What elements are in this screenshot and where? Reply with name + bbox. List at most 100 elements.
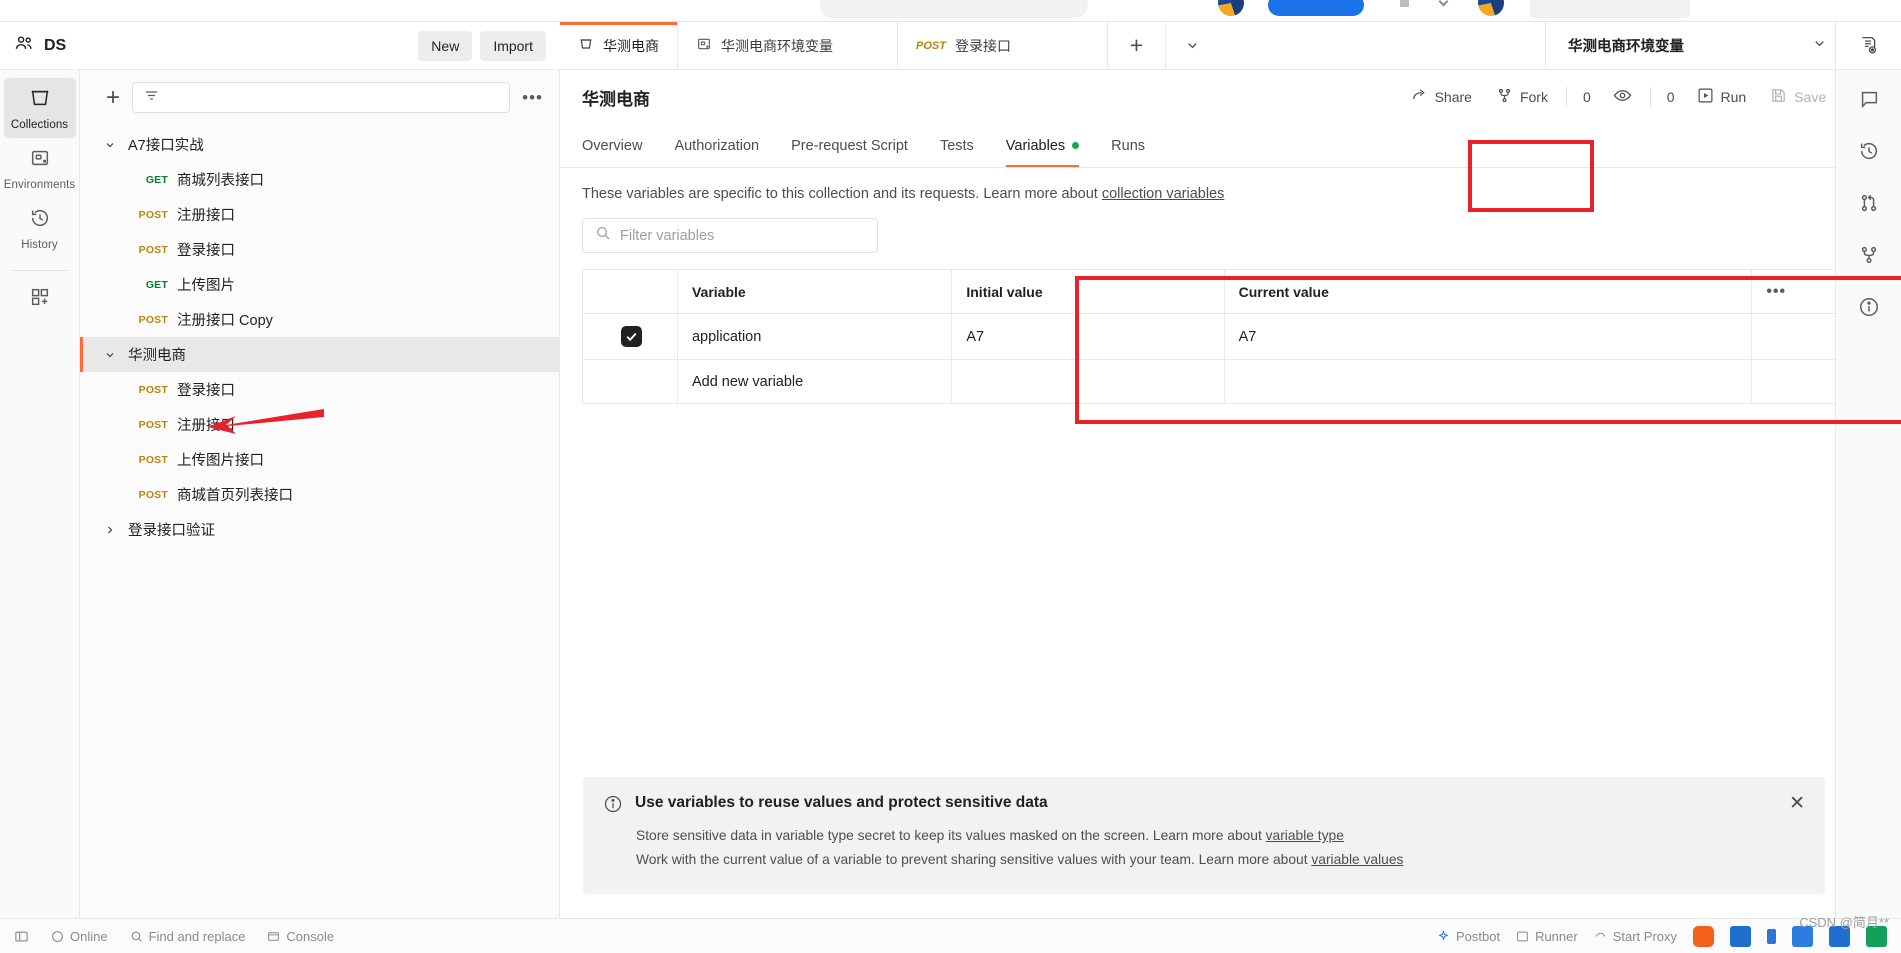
comments-icon[interactable] (1858, 88, 1880, 110)
variable-values-link[interactable]: variable values (1311, 852, 1403, 867)
tab-authorization[interactable]: Authorization (658, 124, 775, 167)
header-select-all (582, 269, 678, 314)
eye-icon (1613, 86, 1632, 108)
find-and-replace[interactable]: Find and replace (130, 929, 245, 944)
table-options-button[interactable]: ••• (1766, 283, 1786, 300)
request-method: POST (138, 453, 168, 466)
sidebar-label-environments: Environments (3, 179, 76, 191)
tab-list-chevron-icon[interactable] (1166, 22, 1218, 69)
cell-variable-name[interactable]: application (676, 313, 953, 360)
tree-request[interactable]: POST 登录接口 (80, 372, 559, 407)
unsaved-changes-dot-icon (1072, 142, 1080, 149)
info-banner: Use variables to reuse values and protec… (583, 777, 1825, 894)
console-label: Console (286, 928, 335, 944)
environment-selector[interactable]: 华测电商环境变量 (1545, 22, 1845, 69)
save-icon (1770, 87, 1787, 107)
banner-header: Use variables to reuse values and protec… (603, 794, 1805, 819)
variable-checkbox[interactable] (621, 326, 642, 347)
header-initial-value: Initial value (951, 269, 1225, 314)
add-row-initial-cell[interactable] (951, 359, 1225, 404)
save-button[interactable]: Save (1760, 81, 1836, 113)
request-name: 注册接口 (177, 418, 235, 434)
tree-request[interactable]: POST 注册接口 Copy (80, 302, 559, 337)
variable-type-link[interactable]: variable type (1266, 828, 1344, 843)
workspace-name: DS (44, 36, 67, 54)
new-tab-button[interactable]: + (1108, 22, 1166, 69)
request-method: POST (138, 488, 168, 501)
rail-divider (11, 270, 68, 271)
add-row-current-cell[interactable] (1223, 359, 1753, 404)
postbot-button[interactable]: Postbot (1437, 929, 1500, 944)
sidebar-filter-input[interactable] (132, 82, 511, 113)
request-name: 商城列表接口 (177, 173, 264, 189)
tree-request[interactable]: POST 商城首页列表接口 (80, 477, 559, 512)
start-proxy-button[interactable]: Start Proxy (1594, 929, 1677, 944)
tree-collection-a7[interactable]: A7接口实战 (80, 127, 559, 162)
fork-icon[interactable] (1858, 244, 1880, 266)
tab-variables[interactable]: Variables (990, 124, 1095, 167)
tree-request[interactable]: GET 上传图片 (80, 267, 559, 302)
tab-request-login[interactable]: POST 登录接口 (898, 22, 1108, 69)
tab-collection-huace[interactable]: 华测电商 (560, 22, 678, 69)
taskbar-icon-small[interactable] (1767, 928, 1776, 944)
history-icon[interactable] (1858, 140, 1880, 162)
tree-request[interactable]: POST 注册接口 (80, 407, 559, 442)
add-collection-button[interactable]: + (106, 85, 120, 110)
close-icon[interactable]: ✕ (1789, 794, 1805, 813)
fork-button[interactable]: Fork (1486, 81, 1558, 113)
taskbar-icon-orange[interactable] (1693, 925, 1714, 947)
tab-label: Tests (939, 137, 974, 154)
filter-variables-input[interactable] (620, 227, 865, 244)
table-add-row[interactable]: Add new variable (582, 359, 1879, 404)
sidebar-item-environments[interactable]: Environments (4, 138, 76, 198)
tree-collection-huace[interactable]: 华测电商 (80, 337, 559, 372)
status-online-label: Online (70, 928, 108, 944)
watermark: CSDN @简月** (1799, 915, 1889, 930)
import-button[interactable]: Import (480, 30, 546, 61)
tab-runs[interactable]: Runs (1095, 124, 1161, 167)
request-name: 上传图片 (177, 278, 235, 294)
tab-tests[interactable]: Tests (924, 124, 990, 167)
banner-line-2: Work with the current value of a variabl… (603, 852, 1805, 867)
add-new-variable-input[interactable]: Add new variable (676, 359, 953, 404)
tree-request[interactable]: POST 上传图片接口 (80, 442, 559, 477)
tab-overview[interactable]: Overview (582, 124, 658, 167)
collection-icon (578, 36, 594, 55)
collection-variables-link[interactable]: collection variables (1102, 186, 1225, 202)
table-row[interactable]: application A7 A7 (582, 313, 1879, 360)
cell-initial-value[interactable]: A7 (951, 313, 1225, 360)
browser-chevron-icon (1438, 0, 1449, 7)
share-button[interactable]: Share (1401, 81, 1482, 113)
new-button[interactable]: New (418, 30, 473, 61)
tree-request[interactable]: POST 登录接口 (80, 232, 559, 267)
tab-environment-huace[interactable]: 华测电商环境变量 (678, 22, 898, 69)
environments-icon (29, 147, 51, 174)
workspace-title[interactable]: DS (14, 33, 66, 58)
sidebar-item-history[interactable]: History (4, 198, 76, 258)
pull-request-icon[interactable] (1858, 192, 1880, 214)
runner-button[interactable]: Runner (1516, 929, 1578, 944)
variables-description: These variables are specific to this col… (560, 168, 1901, 202)
sidebar-more-button[interactable]: ••• (522, 88, 543, 108)
tab-label: Runs (1111, 137, 1146, 154)
browser-profile-icon (1218, 0, 1244, 16)
sidebar-item-new-module[interactable] (4, 277, 76, 320)
tree-request[interactable]: POST 注册接口 (80, 197, 559, 232)
filter-variables-box[interactable] (582, 218, 878, 253)
taskbar-icon-blue[interactable] (1730, 925, 1751, 947)
status-online[interactable]: Online (51, 929, 108, 944)
cell-current-value[interactable]: A7 (1223, 313, 1753, 360)
console-button[interactable]: Console (267, 929, 334, 944)
tree-request[interactable]: GET 商城列表接口 (80, 162, 559, 197)
info-icon[interactable] (1858, 296, 1880, 318)
start-proxy-label: Start Proxy (1612, 928, 1677, 944)
right-rail-top-icon[interactable] (1835, 22, 1901, 70)
tab-pre-request-script[interactable]: Pre-request Script (775, 124, 924, 167)
sidebar-toggle-icon[interactable] (14, 929, 29, 944)
fork-label: Fork (1519, 89, 1548, 105)
tree-collection-login-verify[interactable]: 登录接口验证 (80, 512, 559, 547)
run-icon (1697, 87, 1714, 107)
sidebar-item-collections[interactable]: Collections (3, 78, 76, 138)
watch-button[interactable] (1603, 80, 1642, 114)
run-button[interactable]: Run (1687, 81, 1757, 113)
